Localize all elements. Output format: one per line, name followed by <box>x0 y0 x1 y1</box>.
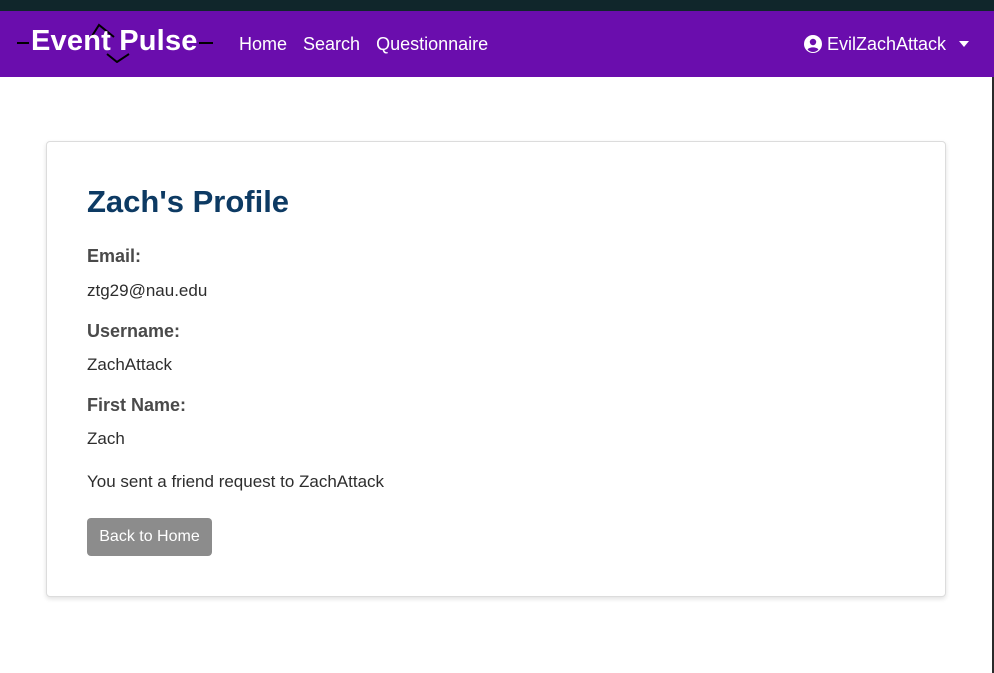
username-value: ZachAttack <box>87 355 173 374</box>
back-to-home-button[interactable]: Back to Home <box>87 518 212 556</box>
brand-name: Event Pulse <box>31 25 198 57</box>
user-circle-icon <box>803 35 822 53</box>
friend-request-status: You sent a friend request to ZachAttack <box>87 472 385 491</box>
profile-card: Zach's Profile Email: ztg29@nau.edu User… <box>46 141 946 597</box>
caret-down-icon <box>959 41 969 47</box>
user-name: EvilZachAttack <box>826 33 946 54</box>
first-name-label: First Name: <box>87 395 187 415</box>
navbar: Event Pulse Home Search Questionnaire Ev… <box>0 11 994 77</box>
email-label: Email: <box>87 246 142 266</box>
user-dropdown[interactable]: EvilZachAttack <box>803 11 969 77</box>
nav-link-search[interactable]: Search <box>303 34 360 55</box>
first-name-value: Zach <box>87 429 125 448</box>
email-value: ztg29@nau.edu <box>87 281 208 300</box>
nav-link-questionnaire[interactable]: Questionnaire <box>376 34 488 55</box>
username-label: Username: <box>87 321 181 341</box>
nav-links: Home Search Questionnaire <box>239 11 488 77</box>
brand-logo[interactable]: Event Pulse <box>17 23 213 63</box>
page-title: Zach's Profile <box>87 184 290 219</box>
window-top-strip <box>0 0 994 11</box>
nav-link-home[interactable]: Home <box>239 34 287 55</box>
